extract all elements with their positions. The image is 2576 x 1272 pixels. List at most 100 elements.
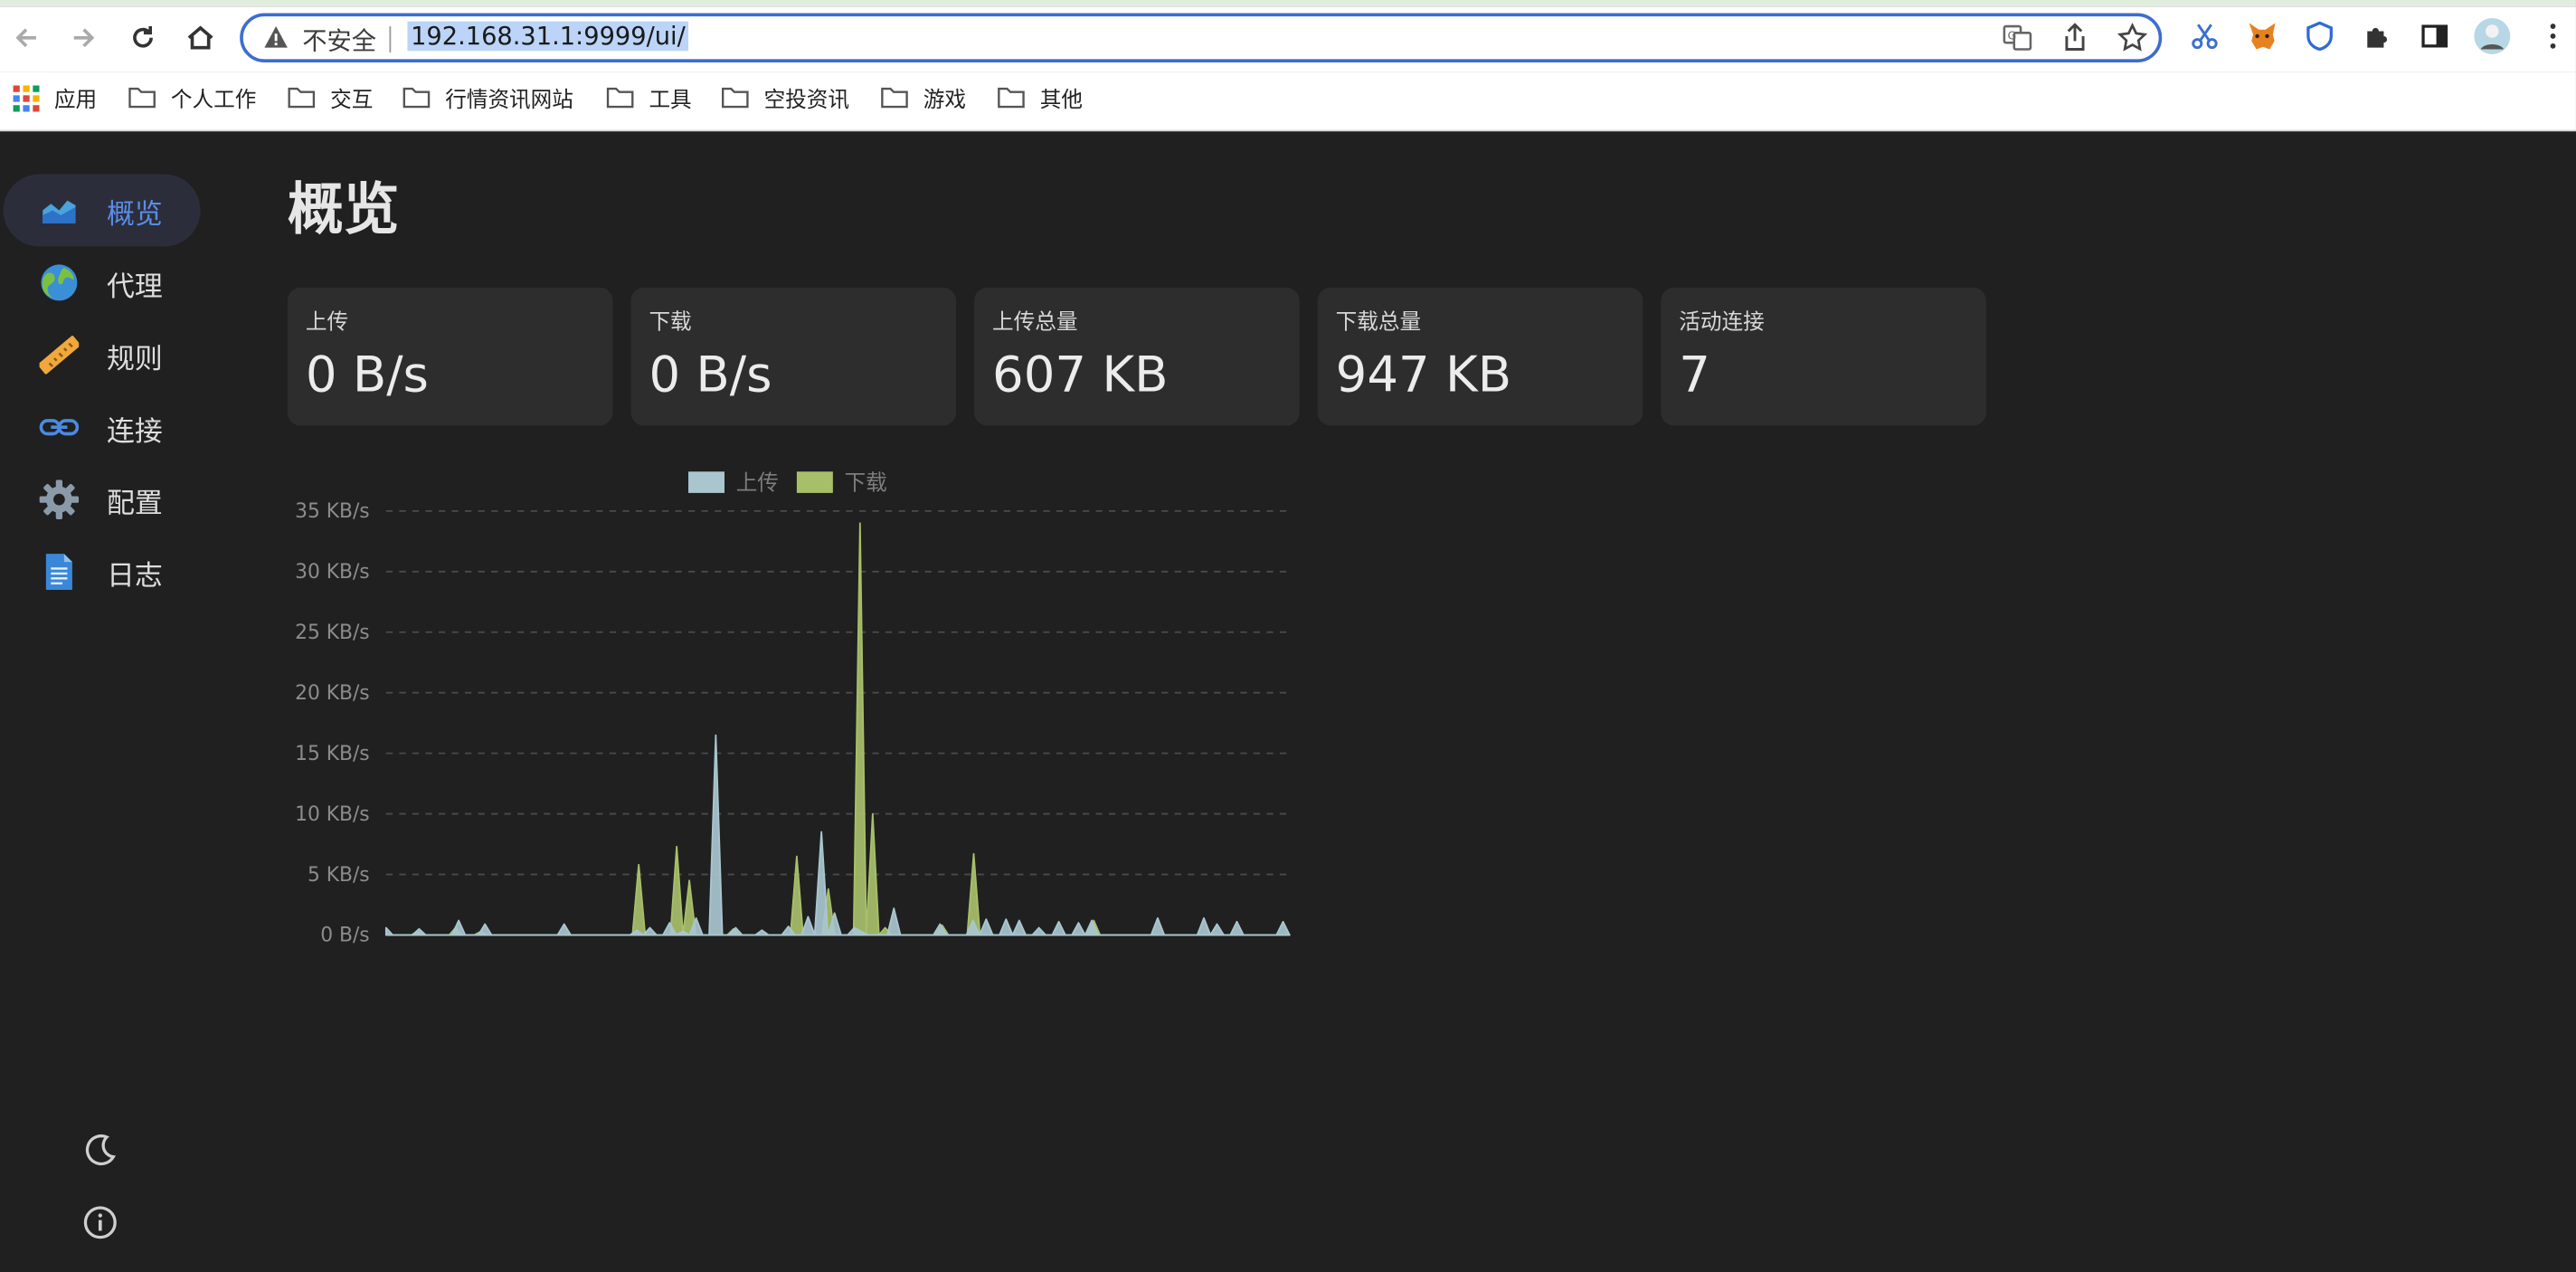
- extensions-button[interactable]: [2356, 14, 2399, 57]
- bookmark-label: 应用: [53, 89, 98, 114]
- sidebar-item-overview[interactable]: 概览: [3, 174, 201, 247]
- moon-icon: [85, 1134, 116, 1166]
- divider: [389, 26, 392, 53]
- bookmark-label: 交互: [330, 89, 374, 114]
- sidebar-item-label: 日志: [107, 560, 163, 593]
- sidebar-item-label: 代理: [107, 271, 163, 305]
- translate-icon: G: [2003, 24, 2032, 51]
- folder-icon: [998, 87, 1025, 109]
- folder-icon: [606, 87, 634, 109]
- extension-metamask[interactable]: [2240, 14, 2283, 57]
- bookmark-folder[interactable]: 工具: [606, 82, 692, 114]
- sidebar-item-rules[interactable]: 规则: [4, 318, 201, 391]
- share-button[interactable]: [2059, 22, 2091, 54]
- more-vertical-icon: [2550, 24, 2556, 49]
- scissors-icon: [2192, 24, 2218, 50]
- security-label[interactable]: 不安全: [302, 23, 376, 57]
- sidebar-item-label: 规则: [107, 343, 163, 376]
- folder-icon: [128, 87, 156, 109]
- stat-value: 0 B/s: [305, 346, 429, 404]
- star-icon: [2117, 23, 2147, 52]
- arrow-right-icon: [73, 28, 95, 48]
- stat-label: 上传: [305, 310, 349, 336]
- bookmark-label: 空投资讯: [763, 89, 850, 114]
- legend-swatch: [796, 471, 833, 493]
- avatar: [2474, 17, 2511, 54]
- bookmark-folder[interactable]: 个人工作: [128, 82, 257, 114]
- side-panel-button[interactable]: [2413, 14, 2456, 57]
- bookmark-folder[interactable]: 交互: [288, 82, 374, 114]
- extension-scissors[interactable]: [2183, 14, 2226, 57]
- stat-card-download-total: 下载总量 947 KB: [1317, 287, 1643, 426]
- home-button[interactable]: [179, 16, 222, 59]
- bookmark-folder[interactable]: 空投资讯: [721, 82, 850, 114]
- bookmark-folder[interactable]: 其他: [997, 82, 1083, 114]
- y-tick-label: 30 KB/s: [295, 561, 370, 584]
- stat-label: 上传总量: [992, 310, 1078, 336]
- sidebar-item-logs[interactable]: 日志: [4, 536, 201, 608]
- share-icon: [2065, 23, 2085, 51]
- y-tick-label: 20 KB/s: [295, 682, 370, 705]
- profile-button[interactable]: [2471, 14, 2514, 57]
- series-area-upload: [384, 734, 1291, 936]
- stat-value: 0 B/s: [649, 346, 772, 404]
- globe-icon: [41, 264, 78, 301]
- y-tick-label: 25 KB/s: [295, 622, 370, 644]
- warning-icon: [264, 26, 288, 48]
- bookmarks-bar: 应用 个人工作 交互 行情资讯网站 工具 空投资讯 游戏 其他: [0, 71, 2576, 132]
- stat-value: 947 KB: [1335, 346, 1512, 404]
- home-icon: [187, 25, 213, 50]
- sidebar-item-proxies[interactable]: 代理: [4, 246, 201, 318]
- url-text[interactable]: 192.168.31.1:9999/ui/: [407, 21, 689, 52]
- stat-label: 活动连接: [1679, 310, 1765, 336]
- y-tick-label: 10 KB/s: [295, 803, 370, 826]
- fox-icon: [2249, 23, 2276, 50]
- stat-label: 下载: [649, 310, 692, 336]
- bookmark-label: 其他: [1039, 89, 1083, 114]
- about-button[interactable]: [82, 1204, 118, 1240]
- bookmark-apps[interactable]: 应用: [13, 82, 98, 114]
- browser-toolbar: 不安全 192.168.31.1:9999/ui/ G: [0, 6, 2576, 72]
- extension-shield[interactable]: [2298, 14, 2341, 57]
- sidebar-item-connections[interactable]: 连接: [4, 391, 201, 463]
- forward-button[interactable]: [62, 16, 105, 59]
- stat-card-active-connections: 活动连接 7: [1661, 287, 1986, 426]
- legend-swatch: [688, 471, 724, 493]
- document-icon: [45, 554, 72, 591]
- bookmark-folder[interactable]: 游戏: [881, 82, 966, 113]
- puzzle-icon: [2367, 27, 2388, 48]
- stat-card-upload: 上传 0 B/s: [287, 287, 613, 426]
- reload-icon: [133, 26, 153, 48]
- chart-area-icon: [43, 200, 76, 224]
- sidebar-item-label: 配置: [107, 488, 163, 521]
- app-root: 概览 代理 规则 连接 配置 日志 概览 上传 0 B/s 下载 0 B/s 上…: [0, 131, 2576, 1272]
- bookmark-label: 工具: [649, 89, 692, 114]
- page-title: 概览: [287, 177, 400, 243]
- translate-button[interactable]: G: [2001, 22, 2033, 54]
- bookmark-label: 行情资讯网站: [445, 89, 573, 114]
- legend-label: 上传: [736, 470, 779, 495]
- apps-grid-icon: [13, 84, 40, 111]
- legend-label: 下载: [845, 470, 887, 495]
- reload-button[interactable]: [121, 16, 164, 59]
- bookmark-label: 个人工作: [170, 89, 257, 114]
- stat-card-upload-total: 上传总量 607 KB: [974, 287, 1300, 426]
- traffic-chart: 0 B/s 5 KB/s 10 KB/s 15 KB/s 20 KB/s 25 KB/s 3…: [295, 470, 1291, 947]
- folder-icon: [402, 87, 431, 109]
- y-tick-label: 35 KB/s: [295, 500, 370, 523]
- sidebar-item-config[interactable]: 配置: [4, 463, 201, 536]
- y-tick-label: 0 B/s: [320, 925, 369, 947]
- link-icon: [39, 419, 80, 436]
- folder-icon: [881, 87, 908, 109]
- ruler-icon: [39, 336, 80, 375]
- address-bar[interactable]: 不安全 192.168.31.1:9999/ui/ G: [240, 13, 2163, 63]
- stat-label: 下载总量: [1335, 310, 1422, 336]
- theme-toggle-button[interactable]: [82, 1132, 118, 1168]
- back-button[interactable]: [5, 16, 47, 59]
- stat-card-download: 下载 0 B/s: [630, 287, 957, 426]
- bookmark-folder[interactable]: 行情资讯网站: [402, 82, 573, 114]
- menu-button[interactable]: [2532, 14, 2574, 57]
- info-icon: [83, 1206, 117, 1239]
- side-panel-icon: [2421, 24, 2448, 48]
- bookmark-star-button[interactable]: [2116, 22, 2148, 54]
